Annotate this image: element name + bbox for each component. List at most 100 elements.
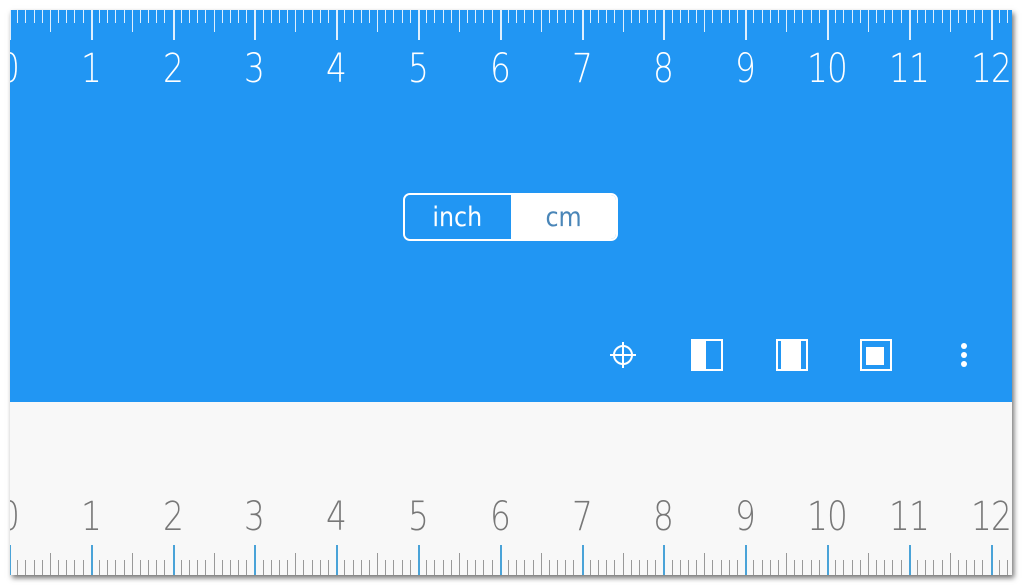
mm-tick (205, 10, 207, 23)
cm-tick (827, 10, 829, 40)
mm-tick (818, 10, 820, 23)
more-options-button[interactable] (947, 338, 981, 372)
mm-tick (82, 10, 84, 23)
left-panel-button[interactable] (690, 338, 724, 372)
mm-tick (25, 10, 27, 23)
mm-tick (66, 560, 68, 575)
mm-tick (573, 10, 575, 23)
cm-tick (172, 10, 175, 40)
mm-tick (98, 560, 100, 575)
mm-tick (180, 560, 182, 575)
mm-tick (311, 10, 313, 23)
mm-tick (287, 10, 289, 23)
mm-tick (319, 10, 321, 23)
ruler-label: 1 (80, 494, 102, 540)
unit-cm-button[interactable]: cm (510, 195, 616, 239)
cm-tick (581, 10, 584, 40)
unit-inch-button[interactable]: inch (405, 195, 511, 239)
mm-tick (802, 10, 804, 23)
cm-tick (10, 545, 11, 575)
mm-tick (630, 560, 632, 575)
mm-tick (647, 10, 649, 23)
cm-tick (663, 10, 666, 40)
cm-tick (745, 545, 748, 575)
mm-tick (941, 10, 943, 23)
half-cm-tick (949, 10, 951, 32)
mm-tick (696, 10, 698, 23)
center-panel-button[interactable] (775, 338, 809, 372)
mm-tick (516, 560, 518, 575)
mm-tick (148, 560, 150, 575)
mm-tick (941, 560, 943, 575)
mm-tick (352, 560, 354, 575)
mm-tick (311, 560, 313, 575)
mm-tick (107, 10, 109, 23)
mm-tick (82, 560, 84, 575)
ruler-label: 7 (571, 46, 593, 92)
top-ruler-panel: 0123456789101112 inch cm (10, 10, 1012, 402)
mm-tick (139, 560, 141, 575)
cm-tick (254, 545, 257, 575)
mm-tick (548, 10, 550, 23)
mm-tick (188, 560, 190, 575)
ruler-label: 7 (571, 494, 593, 540)
mm-tick (197, 10, 199, 23)
mm-tick (769, 10, 771, 23)
cm-tick (336, 545, 339, 575)
mm-tick (589, 560, 591, 575)
cm-tick (908, 10, 911, 40)
mm-tick (843, 10, 845, 23)
mm-tick (769, 560, 771, 575)
mm-tick (409, 10, 411, 23)
cm-tick (581, 545, 584, 575)
ruler-label: 9 (735, 494, 756, 540)
mm-tick (393, 10, 395, 23)
mm-tick (401, 10, 403, 23)
mm-tick (810, 10, 812, 23)
mm-tick (892, 560, 894, 575)
mm-tick (352, 10, 354, 23)
mm-tick (262, 10, 264, 23)
mm-tick (614, 560, 616, 575)
half-cm-tick (377, 553, 379, 575)
mm-tick (966, 560, 968, 575)
mm-tick (123, 10, 125, 23)
ruler-label: 2 (162, 494, 184, 540)
mm-tick (532, 10, 534, 23)
mm-tick (933, 10, 935, 23)
square-panel-button[interactable] (859, 338, 893, 372)
mm-tick (344, 560, 346, 575)
mm-tick (671, 10, 673, 23)
mm-tick (966, 10, 968, 23)
mm-tick (606, 560, 608, 575)
mm-tick (278, 10, 280, 23)
half-cm-tick (49, 10, 51, 32)
ruler-label: 12 (970, 494, 1012, 540)
mm-tick (303, 560, 305, 575)
mm-tick (17, 560, 19, 575)
mm-tick (246, 10, 248, 23)
mm-tick (98, 10, 100, 23)
mm-tick (916, 560, 918, 575)
mm-tick (998, 10, 1000, 23)
mm-tick (851, 560, 853, 575)
inch-label: inch (432, 201, 483, 233)
ruler-label: 11 (888, 46, 930, 92)
mm-tick (205, 560, 207, 575)
half-cm-tick (458, 553, 460, 575)
crosshair-button[interactable] (606, 338, 640, 372)
ruler-label: 6 (489, 46, 511, 92)
half-cm-tick (540, 10, 542, 32)
mm-tick (925, 560, 927, 575)
mm-tick (33, 560, 35, 575)
mm-tick (884, 10, 886, 23)
mm-tick (475, 560, 477, 575)
half-cm-tick (131, 10, 133, 32)
mm-tick (475, 10, 477, 23)
mm-tick (835, 10, 837, 23)
mm-tick (41, 560, 43, 575)
mm-tick (761, 10, 763, 23)
half-cm-tick (867, 553, 869, 575)
bottom-ruler-panel: 0123456789101112 (10, 402, 1012, 575)
cm-tick (499, 545, 502, 575)
